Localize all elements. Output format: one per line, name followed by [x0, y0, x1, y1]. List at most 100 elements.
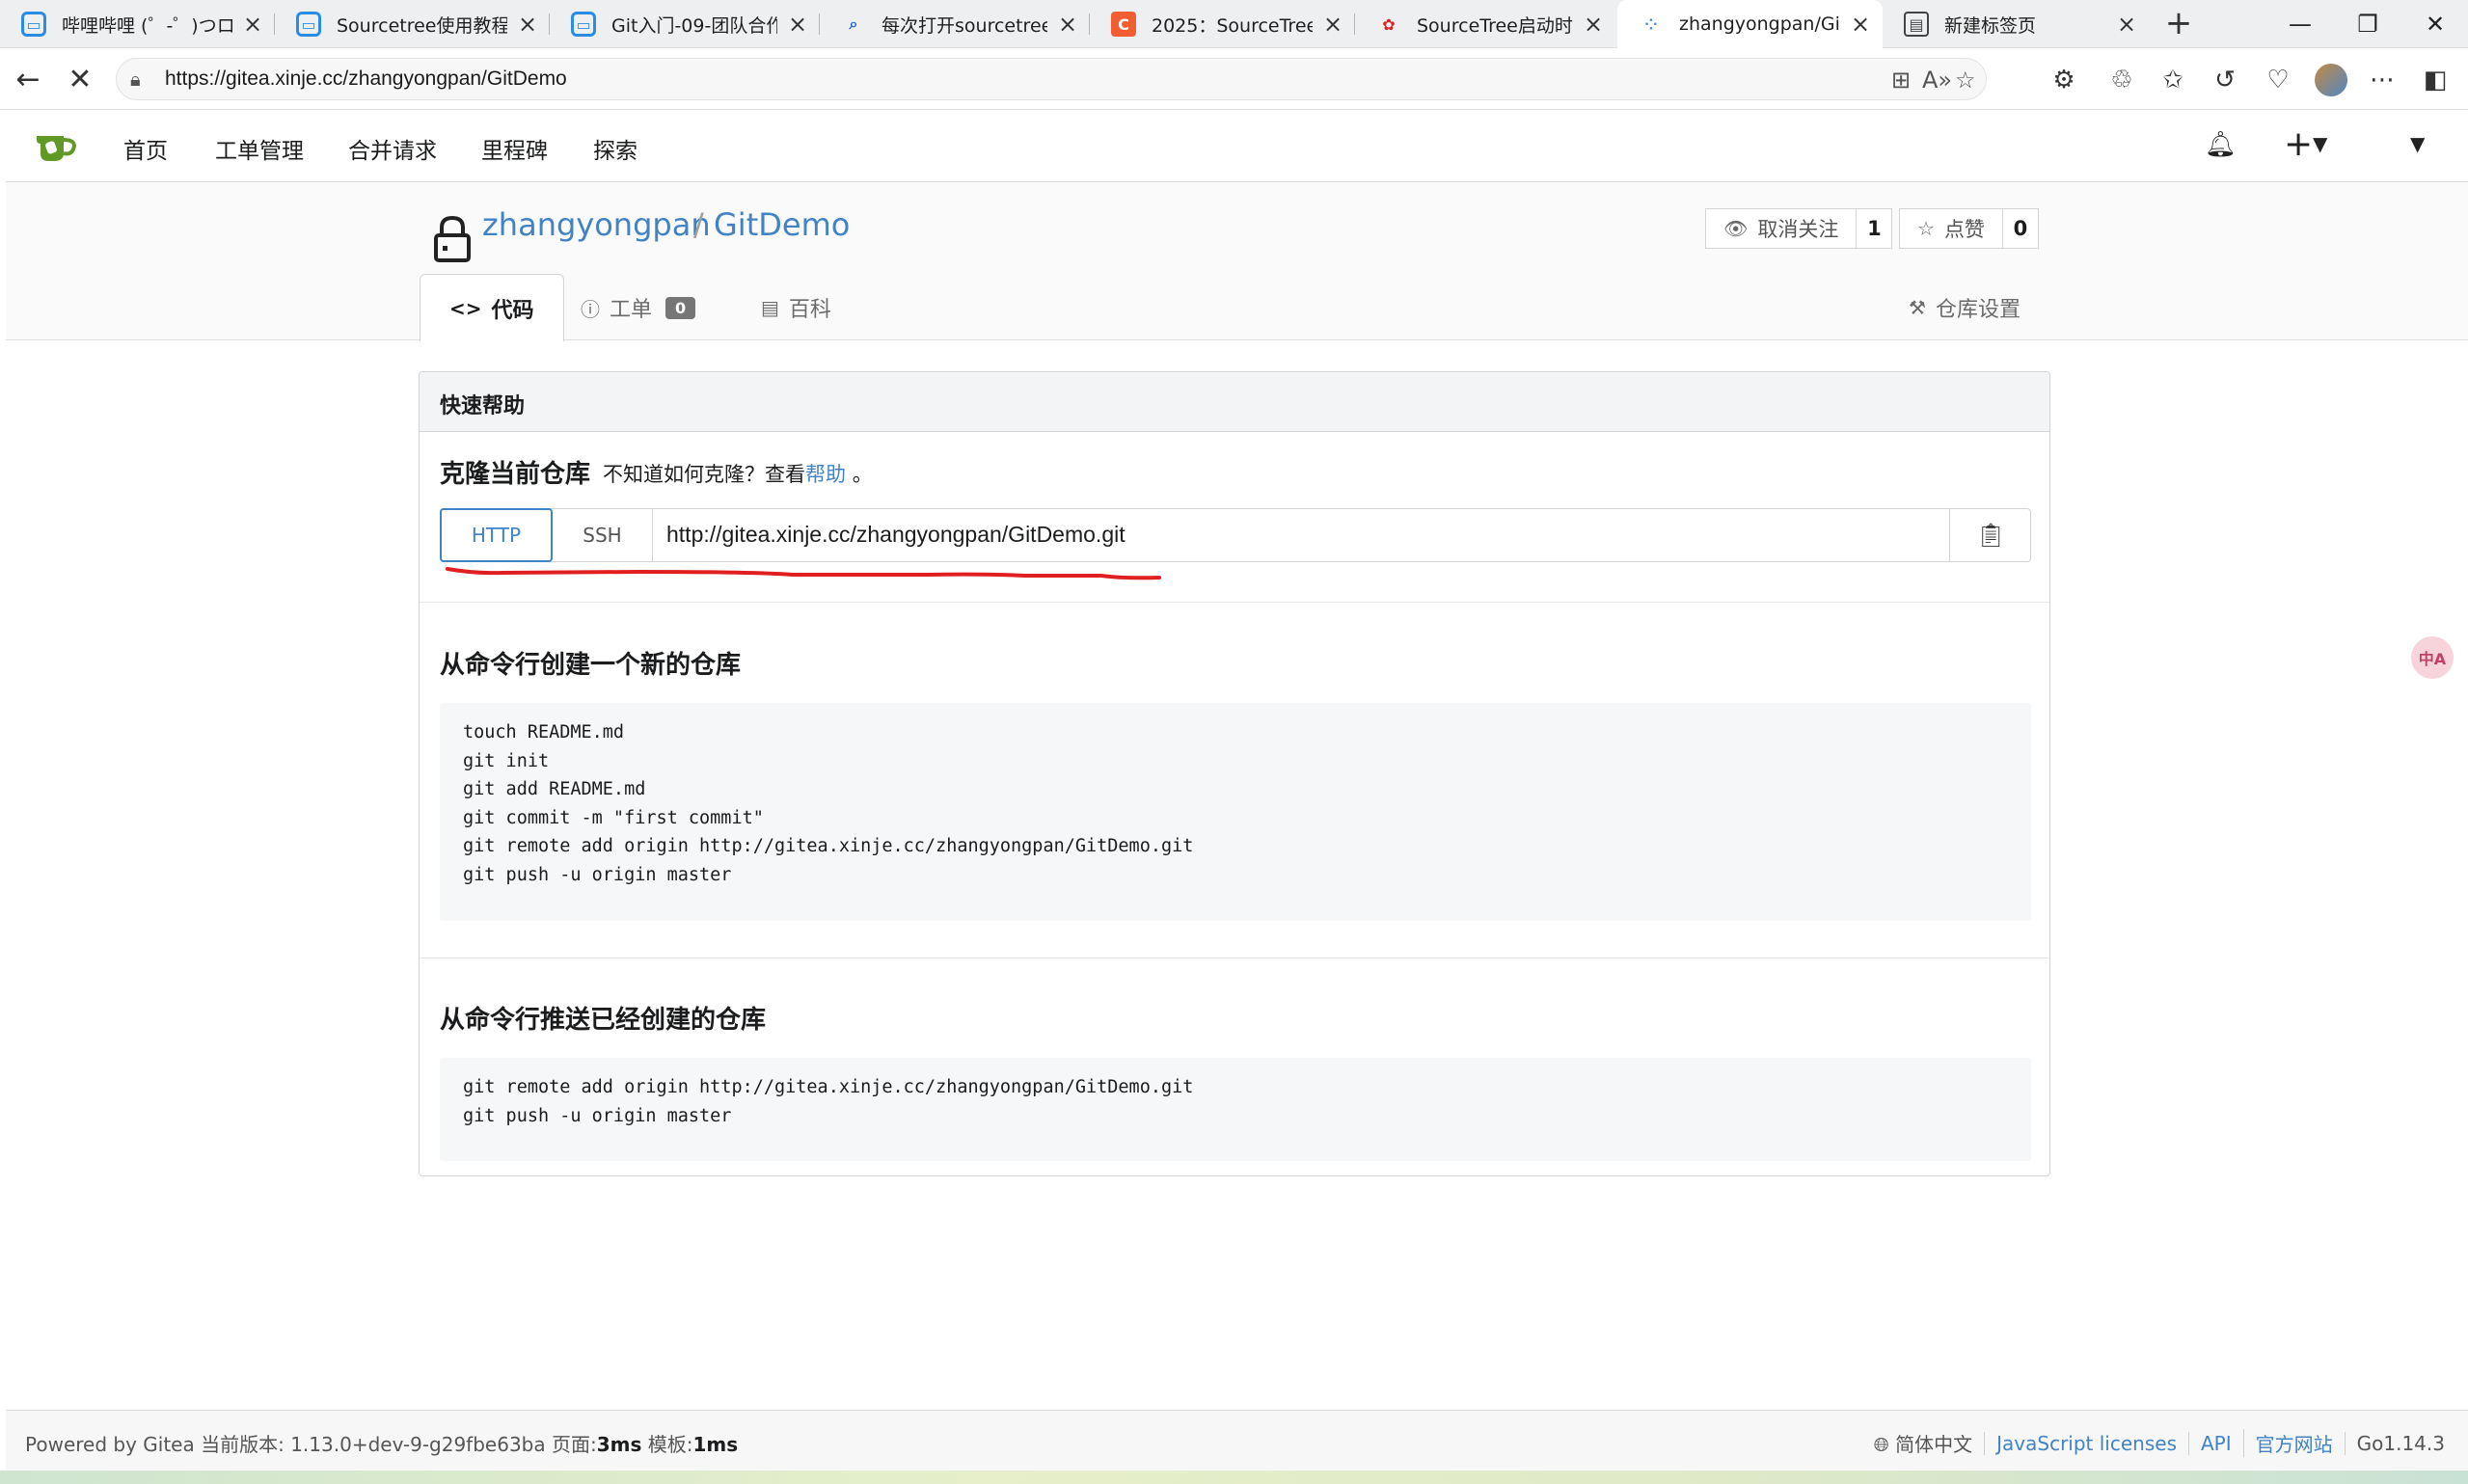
- nav-explore[interactable]: 探索: [593, 132, 637, 165]
- http-clone-button[interactable]: HTTP: [440, 508, 553, 562]
- push-repo-code-block: git remote add origin http://gitea.xinje…: [440, 1058, 2031, 1161]
- close-window-icon[interactable]: ✕: [2401, 0, 2468, 48]
- favorites-icon[interactable]: ✩: [2154, 61, 2192, 99]
- browser-essentials-icon[interactable]: ♲: [2102, 61, 2141, 99]
- taskbar-strip: [0, 1471, 2468, 1484]
- quick-help-header: 快速帮助: [420, 372, 2049, 432]
- minimize-icon[interactable]: —: [2266, 0, 2334, 48]
- tab-title: 每次打开sourcetree都要: [881, 14, 1047, 37]
- tab-title: SourceTree启动时默认: [1417, 14, 1573, 37]
- tab-settings[interactable]: ⚒ 仓库设置: [1909, 274, 2021, 341]
- url-text[interactable]: https://gitea.xinje.cc/zhangyongpan/GitD…: [165, 67, 567, 91]
- unwatch-button[interactable]: 👁︎ 取消关注 1: [1705, 208, 1893, 249]
- address-bar[interactable]: 🔒︎ https://gitea.xinje.cc/zhangyongpan/G…: [116, 58, 1987, 100]
- language-selector[interactable]: 🌐︎ 简体中文: [1862, 1429, 1984, 1457]
- clone-url-input[interactable]: http://gitea.xinje.cc/zhangyongpan/GitDe…: [666, 522, 1126, 548]
- close-icon[interactable]: ×: [1583, 11, 1604, 38]
- push-repo-title: 从命令行推送已经创建的仓库: [440, 1006, 767, 1035]
- star-icon: ☆: [1917, 217, 1935, 240]
- gitea-logo-icon[interactable]: [35, 128, 79, 165]
- tab-issues[interactable]: ⓘ 工单 0: [581, 274, 696, 341]
- health-icon[interactable]: ♡: [2259, 61, 2297, 99]
- new-tab-button[interactable]: +: [2158, 4, 2199, 44]
- close-icon[interactable]: ×: [242, 11, 263, 38]
- issues-count-badge: 0: [665, 296, 696, 319]
- clone-hint-end: 。: [852, 463, 873, 486]
- translate-float-icon[interactable]: 中A: [2411, 636, 2454, 679]
- clone-hint-text: 不知道如何克隆？查看: [603, 463, 805, 486]
- book-icon: ▤: [761, 296, 779, 319]
- notification-bell-icon[interactable]: 🔔︎: [2205, 130, 2237, 159]
- clone-url-box: HTTP SSH http://gitea.xinje.cc/zhangyong…: [440, 508, 2031, 562]
- page-time: 3ms: [596, 1433, 642, 1456]
- huawei-icon: ✿: [1382, 14, 1396, 34]
- restore-icon[interactable]: ❐: [2334, 0, 2401, 48]
- eye-icon: 👁︎: [1723, 217, 1749, 240]
- repo-name-link[interactable]: GitDemo: [714, 206, 850, 243]
- bilibili-icon: ▭: [21, 12, 46, 37]
- close-icon[interactable]: ×: [1322, 11, 1343, 38]
- page-footer: Powered by Gitea 当前版本: 1.13.0+dev-9-g29f…: [6, 1410, 2468, 1470]
- extensions-icon[interactable]: ⚙: [2045, 61, 2083, 99]
- powered-by: Powered by Gitea: [25, 1433, 195, 1456]
- browser-tab[interactable]: ▭ 哔哩哔哩 (゜-゜)つロ 干 ×: [0, 0, 275, 48]
- browser-tab[interactable]: ⌕ 每次打开sourcetree都要 ×: [820, 0, 1090, 48]
- private-repo-lock-icon: [434, 215, 471, 262]
- clone-help-link[interactable]: 帮助: [805, 463, 846, 486]
- unwatch-label: 取消关注: [1757, 218, 1839, 241]
- tab-title: 2025：SourceTree 启用: [1152, 14, 1313, 37]
- repo-owner-link[interactable]: zhangyongpan: [482, 206, 711, 243]
- back-icon[interactable]: ←: [8, 59, 48, 99]
- read-aloud-icon[interactable]: A»: [1922, 67, 1952, 94]
- profile-avatar[interactable]: [2315, 64, 2347, 96]
- more-menu-icon[interactable]: ⋯: [2363, 61, 2401, 99]
- favorite-star-icon[interactable]: ☆: [1955, 67, 1976, 94]
- watch-count[interactable]: 1: [1857, 217, 1891, 240]
- tab-wiki[interactable]: ▤ 百科: [761, 274, 831, 341]
- nav-pull-requests[interactable]: 合并请求: [348, 132, 437, 165]
- create-menu-caret-icon[interactable]: ▼: [2313, 132, 2327, 155]
- star-count[interactable]: 0: [2003, 217, 2038, 240]
- site-navbar: 首页 工单管理 合并请求 里程碑 探索 🔔︎ + ▼ ▼: [6, 111, 2468, 182]
- bilibili-icon: ▭: [296, 12, 321, 37]
- tools-icon: ⚒: [1909, 296, 1926, 319]
- browser-tab-active[interactable]: ⁘ zhangyongpan/GitDem ×: [1617, 0, 1883, 48]
- history-icon[interactable]: ↺: [2206, 61, 2244, 99]
- close-icon[interactable]: ×: [1057, 11, 1078, 38]
- page-time-label: 页面:: [551, 1433, 597, 1456]
- browser-tab[interactable]: ✿ SourceTree启动时默认 ×: [1355, 0, 1615, 48]
- search-icon: ⌕: [849, 14, 858, 33]
- template-time-label: 模板:: [647, 1433, 693, 1456]
- tab-code[interactable]: <> 代码: [420, 274, 564, 341]
- close-icon[interactable]: ×: [787, 11, 808, 38]
- browser-tab[interactable]: C 2025：SourceTree 启用 ×: [1090, 0, 1355, 48]
- close-icon[interactable]: ×: [517, 11, 538, 38]
- ssh-clone-button[interactable]: SSH: [553, 508, 653, 562]
- newtab-icon: ▤: [1904, 12, 1929, 37]
- nav-home[interactable]: 首页: [123, 132, 168, 165]
- website-link[interactable]: 官方网站: [2256, 1433, 2333, 1456]
- sidebar-icon[interactable]: ◧: [2416, 61, 2454, 99]
- copy-clipboard-icon[interactable]: 📋︎: [1949, 508, 2031, 562]
- user-menu-caret-icon[interactable]: ▼: [2410, 132, 2425, 155]
- nav-milestones[interactable]: 里程碑: [481, 132, 548, 165]
- star-button[interactable]: ☆ 点赞 0: [1899, 208, 2039, 249]
- create-plus-icon[interactable]: +: [2284, 124, 2313, 164]
- stop-loading-icon[interactable]: ✕: [60, 59, 100, 99]
- browser-tab[interactable]: ▤ 新建标签页 ×: [1883, 0, 2149, 48]
- section-divider: [420, 602, 2049, 603]
- js-licenses-link[interactable]: JavaScript licenses: [1996, 1432, 2177, 1455]
- close-icon[interactable]: ×: [2116, 11, 2137, 38]
- lock-icon[interactable]: 🔒︎: [130, 67, 141, 91]
- tab-code-label: 代码: [491, 298, 534, 323]
- version-value: 1.13.0+dev-9-g29fbe63ba: [290, 1433, 546, 1456]
- api-link[interactable]: API: [2201, 1432, 2232, 1455]
- nav-issues[interactable]: 工单管理: [215, 132, 304, 165]
- browser-tab[interactable]: ▭ Sourcetree使用教程-哔 ×: [275, 0, 550, 48]
- browser-tab[interactable]: ▭ Git入门-09-团队合作_哔 ×: [550, 0, 820, 48]
- browser-tab-bar: ▭ 哔哩哔哩 (゜-゜)つロ 干 × ▭ Sourcetree使用教程-哔 × …: [0, 0, 2468, 48]
- close-icon[interactable]: ×: [1850, 11, 1871, 38]
- tab-issues-label: 工单: [610, 298, 653, 322]
- version-label: 当前版本:: [201, 1433, 285, 1456]
- app-available-icon[interactable]: ⊞: [1891, 67, 1911, 94]
